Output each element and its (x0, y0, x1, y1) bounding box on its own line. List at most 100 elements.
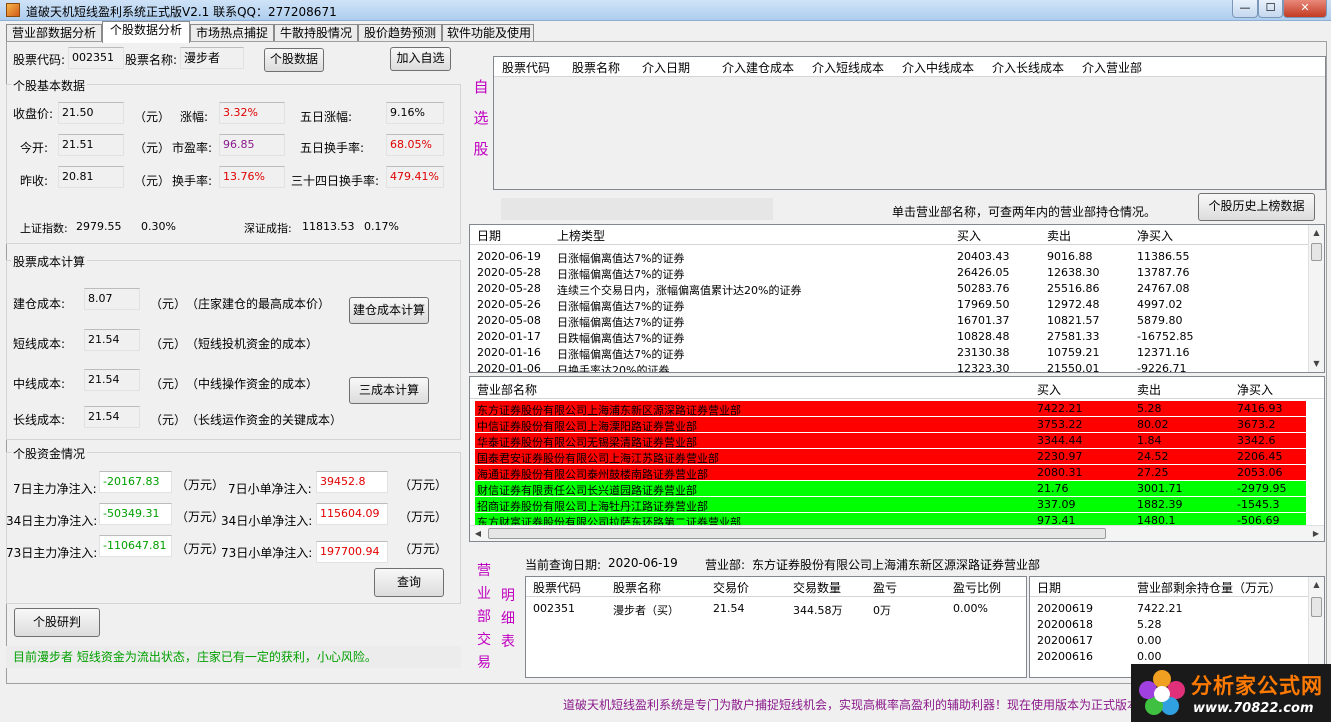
col-header[interactable]: 介入短线成本 (812, 59, 884, 76)
col-header[interactable]: 股票代码 (533, 579, 581, 596)
stock-name-field[interactable]: 漫步者 (180, 47, 244, 69)
branch-table[interactable]: 营业部名称 买入 卖出 净买入 东方证券股份有限公司上海浦东新区源深路证券营业部… (469, 376, 1325, 542)
lhb-row[interactable]: 2020-05-28 日涨幅偏离值达7%的证券 26426.05 12638.30 13… (470, 265, 1324, 281)
branch-row[interactable]: 中信证券股份有限公司上海溧阳路证券营业部 3753.22 80.02 3673.2 (470, 417, 1324, 433)
col-header[interactable]: 买入 (957, 227, 981, 244)
lhb-row[interactable]: 2020-01-17 日跌幅偏离值达7%的证券 10828.48 27581.33 -1… (470, 329, 1324, 345)
branch-hscrollbar[interactable]: ◀ ▶ (470, 525, 1324, 541)
holdings-vscrollbar[interactable]: ▲ ▼ (1308, 577, 1324, 677)
col-header[interactable]: 买入 (1037, 381, 1061, 398)
lhb-cell: 9016.88 (1047, 250, 1093, 263)
stock-code-field[interactable]: 002351 (68, 47, 124, 69)
scroll-thumb[interactable] (1311, 597, 1322, 617)
branch-cell-name[interactable]: 海通证券股份有限公司泰州鼓楼南路证券营业部 (477, 466, 708, 482)
watchlist-table[interactable]: 股票代码 股票名称 介入日期 介入建仓成本 介入短线成本 介入中线成本 介入长线… (493, 56, 1326, 190)
lhb-row[interactable]: 2020-06-19 日涨幅偏离值达7%的证券 20403.43 9016.88 113… (470, 249, 1324, 265)
lhb-row[interactable]: 2020-01-06 日换手率达20%的证券 12323.30 21550.01 -92… (470, 361, 1324, 373)
add-watchlist-button[interactable]: 加入自选 (390, 47, 451, 71)
maximize-button[interactable]: ☐ (1258, 0, 1283, 18)
trade-detail-row[interactable]: 002351 漫步者（买） 21.54 344.58万 0万 0.00% (526, 601, 1026, 617)
col-header[interactable]: 日期 (1037, 579, 1061, 596)
small7-label: 7日小单净注入: (228, 482, 312, 496)
main73-label: 73日主力净注入: (6, 546, 98, 560)
tab-stock-analysis[interactable]: 个股数据分析 (102, 21, 190, 43)
holdings-row[interactable]: 20200616 0.00 (1030, 649, 1324, 665)
branch-cell-name[interactable]: 财信证券有限责任公司长兴道园路证券营业部 (477, 482, 697, 498)
tab-price-trend[interactable]: 股价趋势预测 (358, 24, 442, 42)
col-header[interactable]: 介入建仓成本 (722, 59, 794, 76)
scroll-right-arrow[interactable]: ▶ (1308, 526, 1324, 541)
trade-detail-table[interactable]: 股票代码 股票名称 交易价 交易数量 盈亏 盈亏比例 002351 漫步者（买） 2… (525, 576, 1027, 678)
tab-help[interactable]: 软件功能及使用 (442, 24, 534, 42)
col-header[interactable]: 股票代码 (502, 59, 550, 76)
lhb-cell: 12323.30 (957, 362, 1010, 373)
col-header[interactable]: 上榜类型 (557, 227, 605, 244)
scroll-up-arrow[interactable]: ▲ (1309, 225, 1324, 241)
stock-research-button[interactable]: 个股研判 (14, 608, 100, 637)
branch-cell-name[interactable]: 东方证券股份有限公司上海浦东新区源深路证券营业部 (477, 402, 741, 418)
dragon-tiger-list-table[interactable]: 日期 上榜类型 买入 卖出 净买入 2020-06-19 日涨幅偏离值达7%的证券… (469, 224, 1325, 373)
col-header[interactable]: 营业部剩余持仓量（万元） (1137, 579, 1281, 596)
lhb-cell: 24767.08 (1137, 282, 1190, 295)
col-header[interactable]: 日期 (477, 227, 501, 244)
branch-cell-name[interactable]: 华泰证券股份有限公司无锡梁清路证券营业部 (477, 434, 697, 450)
branch-row[interactable]: 海通证券股份有限公司泰州鼓楼南路证券营业部 2080.31 27.25 2053.06 (470, 465, 1324, 481)
col-header[interactable]: 卖出 (1047, 227, 1071, 244)
lhb-row[interactable]: 2020-05-26 日涨幅偏离值达7%的证券 17969.50 12972.48 49… (470, 297, 1324, 313)
tab-market-hotspot[interactable]: 市场热点捕捉 (190, 24, 274, 42)
stock-history-button[interactable]: 个股历史上榜数据 (1198, 193, 1315, 221)
branch-cell-name[interactable]: 中信证券股份有限公司上海溧阳路证券营业部 (477, 418, 697, 434)
scroll-thumb[interactable] (488, 528, 1106, 539)
trade-detail-header: 股票代码 股票名称 交易价 交易数量 盈亏 盈亏比例 (526, 577, 1026, 597)
lhb-row[interactable]: 2020-05-08 日涨幅偏离值达7%的证券 16701.37 10821.57 58… (470, 313, 1324, 329)
close-button[interactable]: ✕ (1283, 0, 1327, 18)
col-header[interactable]: 盈亏比例 (953, 579, 1001, 596)
col-header[interactable]: 介入营业部 (1082, 59, 1142, 76)
scroll-thumb[interactable] (1311, 243, 1322, 261)
col-header[interactable]: 净买入 (1137, 227, 1173, 244)
branch-row[interactable]: 华泰证券股份有限公司无锡梁清路证券营业部 3344.44 1.84 3342.6 (470, 433, 1324, 449)
col-header[interactable]: 净买入 (1237, 381, 1273, 398)
holdings-row[interactable]: 20200617 0.00 (1030, 633, 1324, 649)
holdings-table[interactable]: 日期 营业部剩余持仓量（万元） 20200619 7422.21 20200618 5… (1029, 576, 1325, 678)
col-header[interactable]: 介入长线成本 (992, 59, 1064, 76)
col-header[interactable]: 卖出 (1137, 381, 1161, 398)
lhb-row[interactable]: 2020-05-28 连续三个交易日内，涨幅偏离值累计达20%的证券 50283.7… (470, 281, 1324, 297)
stock-data-button[interactable]: 个股数据 (264, 48, 324, 72)
branch-row[interactable]: 财信证券有限责任公司长兴道园路证券营业部 21.76 3001.71 -2979.95 (470, 481, 1324, 497)
lhb-cell: -16752.85 (1137, 330, 1194, 343)
col-header[interactable]: 盈亏 (873, 579, 897, 596)
funds-title: 个股资金情况 (11, 445, 88, 462)
pe-label: 市盈率: (172, 141, 213, 155)
col-header[interactable]: 交易数量 (793, 579, 841, 596)
holdings-row[interactable]: 20200619 7422.21 (1030, 601, 1324, 617)
branch-cell-name[interactable]: 国泰君安证券股份有限公司上海江苏路证券营业部 (477, 450, 719, 466)
branch-cell-name[interactable]: 招商证券股份有限公司上海牡丹江路证券营业部 (477, 498, 708, 514)
branch-row[interactable]: 东方证券股份有限公司上海浦东新区源深路证券营业部 7422.21 5.28 7416.… (470, 401, 1324, 417)
col-header[interactable]: 股票名称 (613, 579, 661, 596)
scroll-up-arrow[interactable]: ▲ (1309, 577, 1324, 593)
three-cost-calc-button[interactable]: 三成本计算 (349, 377, 429, 404)
col-header[interactable]: 股票名称 (572, 59, 620, 76)
branch-row[interactable]: 招商证券股份有限公司上海牡丹江路证券营业部 337.09 1882.39 -1545.… (470, 497, 1324, 513)
query-button[interactable]: 查询 (374, 568, 444, 597)
branch-row[interactable]: 国泰君安证券股份有限公司上海江苏路证券营业部 2230.97 24.52 2206.4… (470, 449, 1324, 465)
minimize-button[interactable]: — (1232, 0, 1258, 18)
lhb-row[interactable]: 2020-01-16 日涨幅偏离值达7%的证券 23130.38 10759.21 12… (470, 345, 1324, 361)
lhb-cell: 50283.76 (957, 282, 1010, 295)
sz-index-pct: 0.17% (364, 220, 399, 233)
holdings-cell: 20200617 (1037, 634, 1093, 647)
tab-big-investors[interactable]: 牛散持股情况 (274, 24, 358, 42)
holdings-row[interactable]: 20200618 5.28 (1030, 617, 1324, 633)
scroll-down-arrow[interactable]: ▼ (1309, 356, 1324, 372)
tab-branch-analysis[interactable]: 营业部数据分析 (6, 24, 102, 42)
build-cost-note: （庄家建仓的最高成本价） (186, 297, 331, 311)
col-header[interactable]: 介入日期 (642, 59, 690, 76)
lhb-cell: 12972.48 (1047, 298, 1100, 311)
lhb-vscrollbar[interactable]: ▲ ▼ (1308, 225, 1324, 372)
col-header[interactable]: 交易价 (713, 579, 749, 596)
scroll-left-arrow[interactable]: ◀ (470, 526, 486, 541)
col-header[interactable]: 介入中线成本 (902, 59, 974, 76)
build-cost-calc-button[interactable]: 建仓成本计算 (349, 297, 429, 324)
col-header[interactable]: 营业部名称 (477, 381, 537, 398)
